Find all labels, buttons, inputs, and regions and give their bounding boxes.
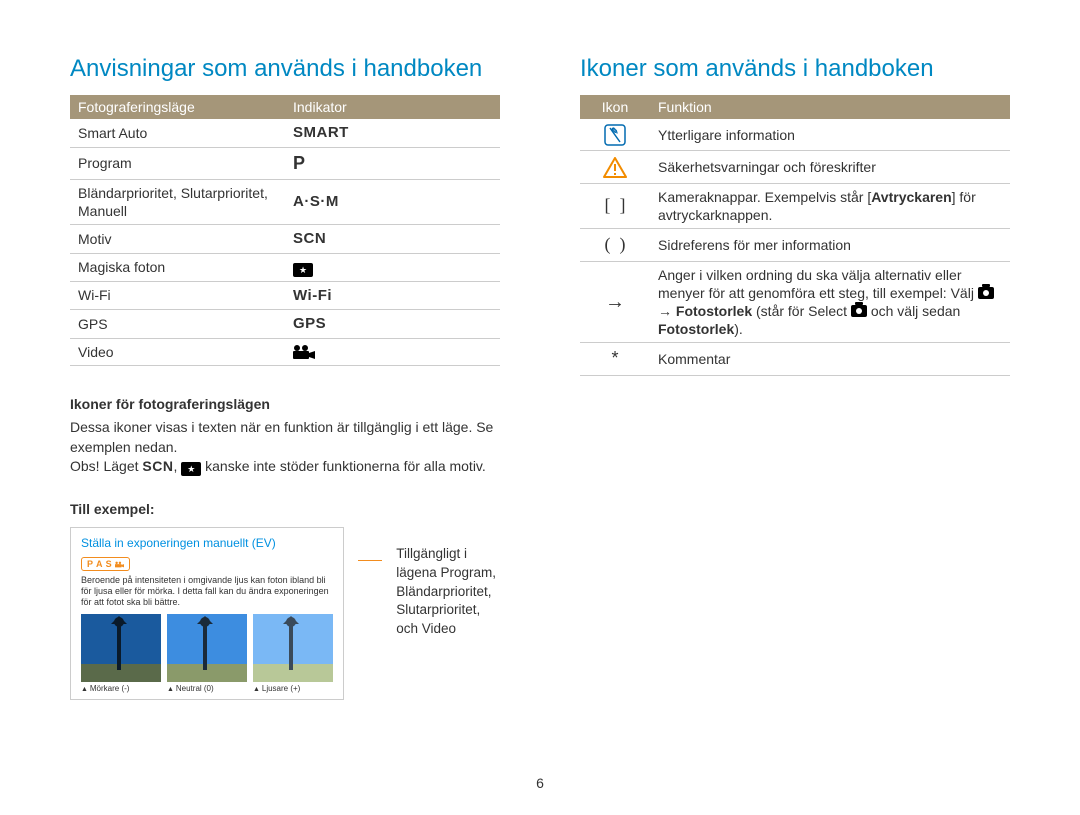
- example-card: Ställa in exponeringen manuellt (EV) P A…: [70, 527, 344, 701]
- func-cell: Anger i vilken ordning du ska välja alte…: [650, 261, 1010, 343]
- th-mode: Fotograferingsläge: [70, 95, 285, 119]
- paragraph-2: Obs! Läget SCN, ★ kanske inte stöder fun…: [70, 457, 500, 477]
- mode-cell: Program: [70, 147, 285, 179]
- mode-cell: GPS: [70, 310, 285, 339]
- thumb-caption: Ljusare (+): [253, 684, 333, 693]
- mode-cell: Magiska foton: [70, 253, 285, 281]
- mode-badge: P A S: [81, 557, 130, 571]
- page-number: 6: [536, 775, 544, 791]
- th-function: Funktion: [650, 95, 1010, 119]
- func-cell: Sidreferens för mer information: [650, 229, 1010, 261]
- thumb-item: Mörkare (-): [81, 614, 161, 693]
- th-indicator: Indikator: [285, 95, 500, 119]
- icon-cell: ( ): [580, 229, 650, 261]
- func-cell: Säkerhetsvarningar och föreskrifter: [650, 151, 1010, 183]
- icon-cell: [ ]: [580, 183, 650, 228]
- paragraph-1: Dessa ikoner visas i texten när en funkt…: [70, 418, 500, 457]
- video-icon: [293, 345, 315, 359]
- icon-cell: [580, 151, 650, 183]
- example-row: Ställa in exponeringen manuellt (EV) P A…: [70, 527, 500, 701]
- thumbnails: Mörkare (-) Neutral (0) Ljusare (+): [81, 614, 333, 693]
- star-icon: ★: [181, 462, 201, 476]
- func-cell: Ytterligare information: [650, 119, 1010, 151]
- thumb-caption: Mörkare (-): [81, 684, 161, 693]
- mode-cell: Smart Auto: [70, 119, 285, 147]
- func-cell: Kommentar: [650, 343, 1010, 375]
- thumb-item: Ljusare (+): [253, 614, 333, 693]
- text-fragment: Obs! Läget: [70, 458, 142, 474]
- indicator-cell: ★: [285, 253, 500, 281]
- indicator-cell: Wi-Fi: [285, 281, 500, 310]
- th-icon: Ikon: [580, 95, 650, 119]
- right-column: Ikoner som används i handboken Ikon Funk…: [580, 55, 1010, 700]
- right-heading: Ikoner som används i handboken: [580, 55, 1010, 83]
- indicator-cell: P: [285, 147, 500, 179]
- indicator-cell: A·S·M: [285, 179, 500, 224]
- text-fragment: ,: [173, 458, 181, 474]
- callout-text: Tillgängligt i lägena Program, Bländarpr…: [396, 545, 500, 639]
- mode-cell: Bländarprioritet, Slutarprioritet, Manue…: [70, 179, 285, 224]
- left-heading: Anvisningar som används i handboken: [70, 55, 500, 83]
- indicator-cell: [285, 338, 500, 365]
- icon-cell: ✎: [580, 119, 650, 151]
- indicator-cell: GPS: [285, 310, 500, 339]
- card-title: Ställa in exponeringen manuellt (EV): [81, 536, 333, 550]
- func-cell: Kameraknappar. Exempelvis står [Avtrycka…: [650, 183, 1010, 228]
- subheading-example: Till exempel:: [70, 501, 500, 517]
- icons-table: Ikon Funktion ✎ Ytterligare information …: [580, 95, 1010, 376]
- subheading-modes-icons: Ikoner för fotograferingslägen: [70, 396, 500, 412]
- callout-line: [358, 560, 382, 561]
- thumb-caption: Neutral (0): [167, 684, 247, 693]
- star-icon: ★: [293, 263, 313, 277]
- svg-text:✎: ✎: [611, 126, 619, 136]
- thumb-item: Neutral (0): [167, 614, 247, 693]
- indicator-cell: SMART: [285, 119, 500, 147]
- indicator-cell: SCN: [285, 225, 500, 254]
- card-desc: Beroende på intensiteten i omgivande lju…: [81, 575, 333, 609]
- mode-cell: Wi-Fi: [70, 281, 285, 310]
- warning-icon: [603, 157, 627, 179]
- mode-cell: Video: [70, 338, 285, 365]
- modes-table: Fotograferingsläge Indikator Smart Auto …: [70, 95, 500, 366]
- mode-cell: Motiv: [70, 225, 285, 254]
- icon-cell: →: [580, 261, 650, 343]
- left-column: Anvisningar som används i handboken Foto…: [70, 55, 500, 700]
- icon-cell: *: [580, 343, 650, 375]
- text-fragment: kanske inte stöder funktionerna för alla…: [201, 458, 486, 474]
- info-icon: ✎: [604, 124, 626, 146]
